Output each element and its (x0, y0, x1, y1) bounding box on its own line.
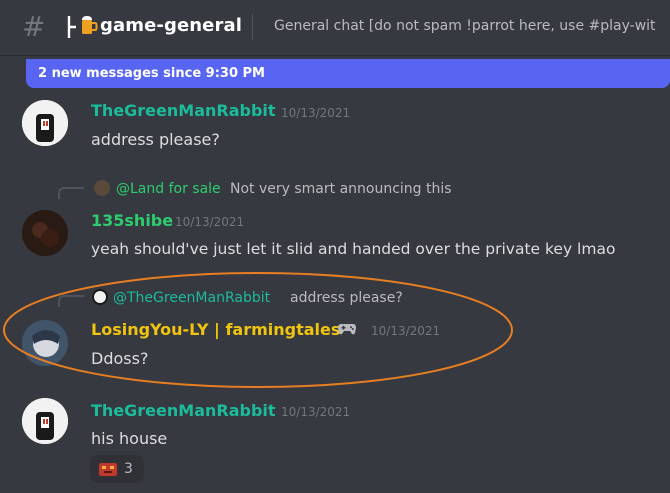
new-messages-bar[interactable]: 2 new messages since 9:30 PM (26, 59, 670, 88)
username[interactable]: TheGreenManRabbit (91, 101, 276, 120)
message-text: yeah should've just let it slid and hand… (91, 240, 616, 258)
timestamp: 10/13/2021 (175, 215, 245, 229)
channel-name[interactable]: game-general (100, 15, 242, 36)
emoji-reaction-icon (99, 463, 117, 476)
reply-avatar (92, 289, 108, 305)
timestamp: 10/13/2021 (281, 106, 351, 120)
username[interactable]: 135shibe (91, 211, 173, 230)
reaction-count: 3 (124, 461, 133, 477)
beer-mug-icon (82, 16, 98, 34)
dark-avatar-icon (22, 210, 68, 256)
timestamp: 10/13/2021 (371, 324, 441, 338)
thread-branch-icon (67, 16, 76, 38)
reply-text[interactable]: address please? (290, 290, 403, 306)
message-text: his house (91, 429, 168, 448)
reply-spine (58, 295, 84, 307)
rabbit-avatar-icon (22, 100, 68, 146)
reply-username[interactable]: @TheGreenManRabbit (113, 290, 270, 306)
anime-avatar-icon (22, 320, 68, 366)
header-divider (252, 14, 253, 40)
channel-topic[interactable]: General chat [do not spam !parrot here, … (274, 18, 656, 34)
reply-text[interactable]: Not very smart announcing this (230, 181, 452, 197)
avatar[interactable] (22, 210, 68, 256)
reaction-button[interactable]: 3 (90, 455, 144, 483)
reply-username[interactable]: @Land for sale (116, 181, 221, 197)
new-messages-text: 2 new messages since 9:30 PM (38, 66, 265, 81)
rabbit-avatar-icon (22, 398, 68, 444)
username[interactable]: TheGreenManRabbit (91, 401, 276, 420)
reply-avatar (94, 180, 110, 196)
channel-header: # game-general General chat [do not spam… (0, 0, 670, 56)
reply-spine (58, 187, 84, 199)
avatar[interactable] (22, 398, 68, 444)
avatar[interactable] (22, 100, 68, 146)
username[interactable]: LosingYou-LY | farmingtales (91, 320, 340, 339)
avatar[interactable] (22, 320, 68, 366)
timestamp: 10/13/2021 (281, 405, 351, 419)
message-text: address please? (91, 130, 220, 149)
hashtag-icon: # (22, 10, 46, 43)
gamepad-icon (338, 324, 356, 335)
message-text: Ddoss? (91, 349, 149, 368)
